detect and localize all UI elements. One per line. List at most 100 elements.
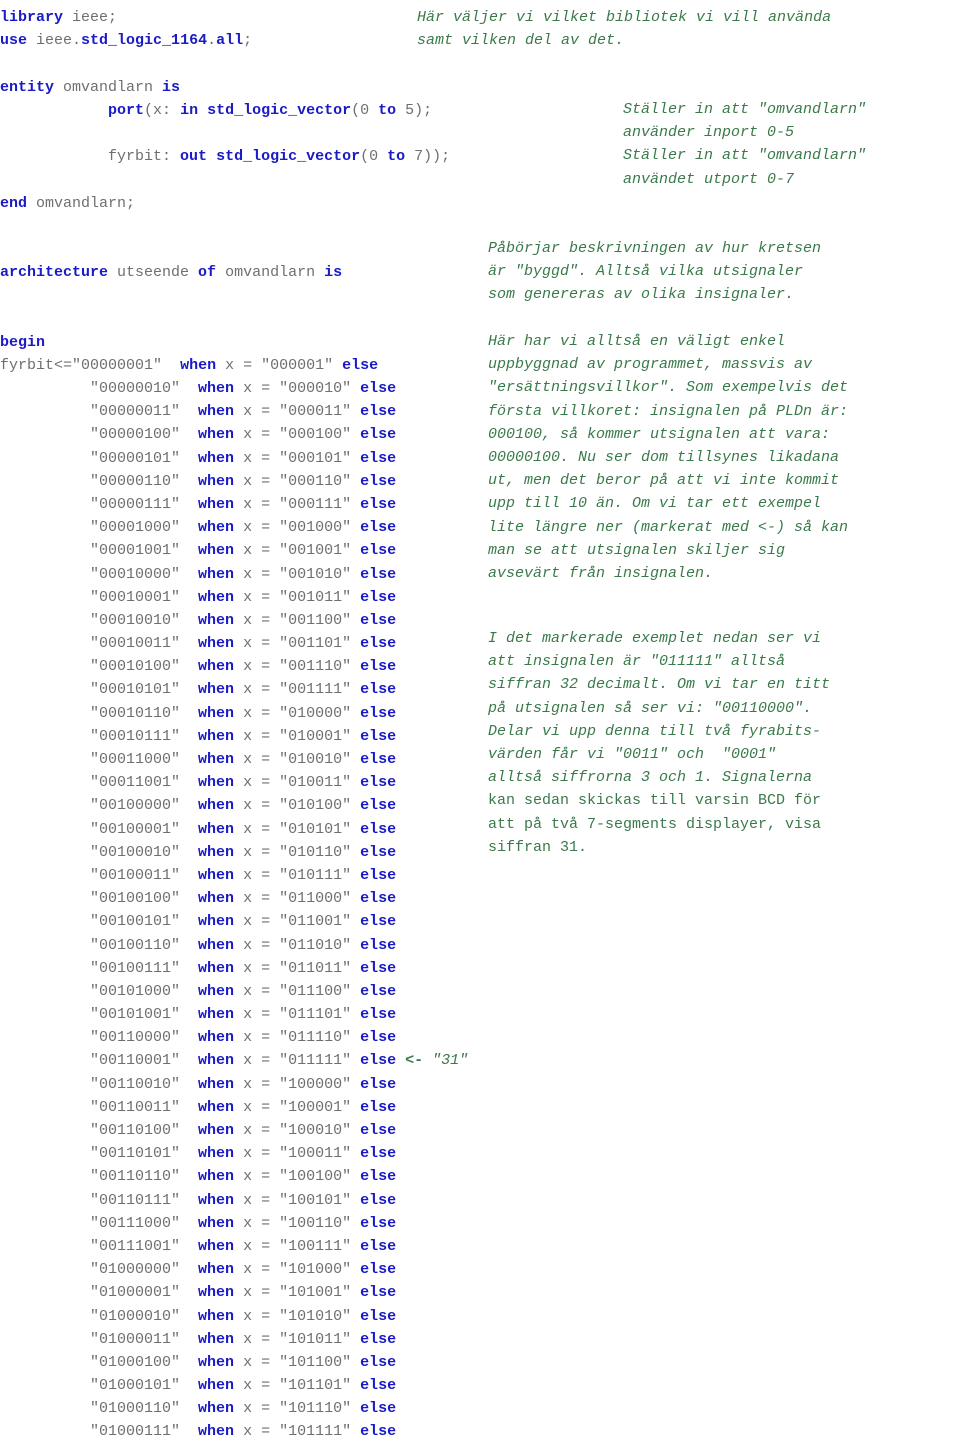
- indent-token: [0, 1192, 90, 1209]
- keyword-token: when: [198, 1029, 235, 1047]
- keyword-token: when: [198, 588, 235, 606]
- keyword-token: when: [198, 472, 235, 490]
- output-value-token: "01000111": [90, 1423, 181, 1441]
- keyword-token: else: [360, 1353, 397, 1371]
- comment-block-body-second: I det markerade exemplet nedan ser vi att…: [488, 627, 830, 859]
- keyword-token: else: [360, 588, 397, 606]
- condition-token: x =: [234, 797, 280, 815]
- indent-token: [0, 450, 90, 467]
- indent-token: [0, 658, 90, 675]
- condition-token: x =: [234, 1191, 280, 1209]
- keyword-token: end: [0, 194, 28, 212]
- code-line-assignment: "00100110" when x = "011010" else: [0, 934, 620, 957]
- indent-token: [0, 426, 90, 443]
- keyword-token: use: [0, 32, 28, 50]
- indent-token: [0, 1076, 90, 1093]
- keyword-token: when: [198, 727, 235, 745]
- keyword-token: else: [360, 426, 397, 444]
- indent-token: [0, 844, 90, 861]
- keyword-token: is: [162, 78, 181, 96]
- output-value-token: "00111001": [90, 1237, 181, 1255]
- comment-block-body: Här har vi alltså en väligt enkel uppbygg…: [488, 330, 848, 585]
- indent-token: [0, 913, 90, 930]
- input-value-token: "100111": [279, 1237, 352, 1255]
- output-value-token: "00010101": [90, 681, 181, 699]
- input-value-token: "000001": [261, 356, 334, 374]
- output-value-token: "00010011": [90, 635, 181, 653]
- input-value-token: "011000": [279, 890, 352, 908]
- input-value-token: "000100": [279, 426, 352, 444]
- comment-line: upp till 10 än. Om vi tar ett exempel: [488, 495, 822, 513]
- keyword-token: when: [198, 751, 235, 768]
- code-line-assignment: "00111001" when x = "100111" else: [0, 1235, 620, 1258]
- indent-token: [0, 635, 90, 652]
- input-value-token: "001010": [279, 565, 352, 583]
- input-value-token: "000111": [279, 495, 352, 513]
- input-value-token: "100110": [279, 1214, 352, 1232]
- comment-line: 00000100. Nu ser dom tillsynes likadana: [488, 448, 840, 466]
- keyword-token: when: [198, 959, 235, 977]
- comment-line: Här väljer vi vilket bibliotek vi vill a…: [417, 9, 832, 26]
- indent-token: [0, 728, 90, 745]
- keyword-token: when: [198, 1423, 235, 1441]
- comment-block-architecture: Påbörjar beskrivningen av hur kretsen är …: [488, 237, 821, 307]
- output-value-token: "00010001": [90, 588, 181, 606]
- keyword-token: when: [198, 913, 235, 931]
- keyword-token: when: [198, 797, 235, 815]
- keyword-token: else: [342, 356, 379, 374]
- keyword-token: else: [360, 1168, 397, 1186]
- code-line-assignment: "00110000" when x = "011110" else: [0, 1026, 620, 1049]
- marked-example-annotation: <- "31": [396, 1052, 468, 1069]
- keyword-token: else: [360, 681, 397, 699]
- input-value-token: "010111": [279, 866, 352, 884]
- code-line-assignment: "01000010" when x = "101010" else: [0, 1305, 620, 1328]
- keyword-token: std_logic_vector: [207, 101, 352, 119]
- output-value-token: "00001000": [90, 519, 181, 537]
- indent-token: [0, 612, 90, 629]
- condition-token: x =: [234, 658, 280, 676]
- keyword-token: else: [360, 797, 397, 815]
- output-value-token: "00110010": [90, 1075, 181, 1093]
- code-line-port-out: fyrbit: out std_logic_vector(0 to 7));: [0, 145, 620, 168]
- keyword-token: when: [198, 820, 235, 838]
- indent-token: [0, 566, 90, 583]
- code-line-assignment: "00101000" when x = "011100" else: [0, 980, 620, 1003]
- condition-token: x =: [234, 403, 280, 421]
- condition-token: x =: [234, 959, 280, 977]
- marked-example-label: "31": [423, 1052, 469, 1070]
- output-value-token: "00000001": [72, 356, 163, 374]
- comment-line: alltså siffrorna 3 och 1. Signalerna: [488, 769, 813, 787]
- comment-line: att insignalen är "011111" alltså: [488, 653, 786, 671]
- condition-token: x =: [234, 1098, 280, 1116]
- code-line-assignment: "00100111" when x = "011011" else: [0, 957, 620, 980]
- indent-token: [0, 1261, 90, 1278]
- identifier-token: .: [207, 32, 217, 50]
